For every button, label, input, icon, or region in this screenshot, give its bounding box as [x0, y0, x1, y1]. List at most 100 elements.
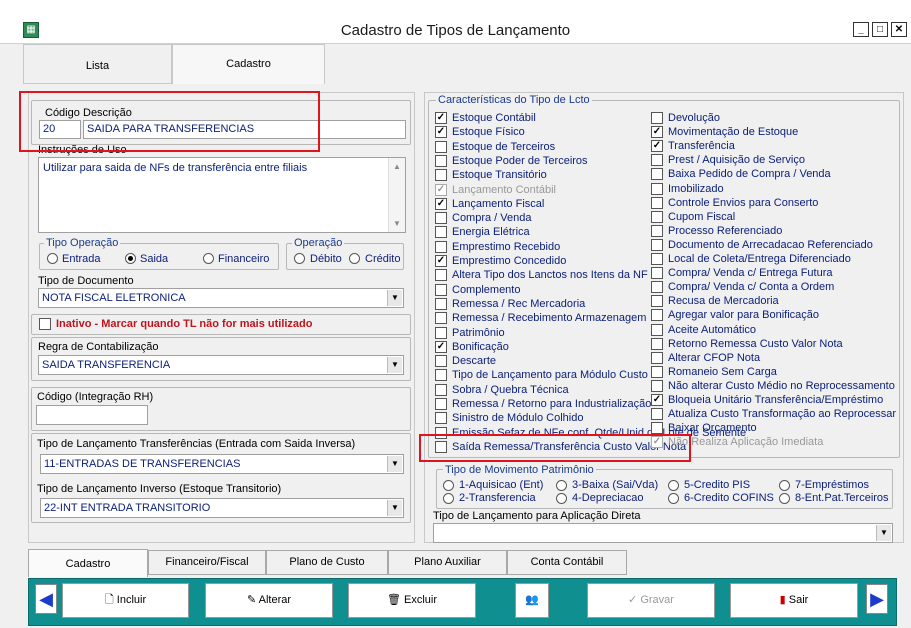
right-item-checkbox[interactable]	[651, 365, 663, 378]
left-item-checkbox[interactable]	[435, 226, 447, 239]
right-item-checkbox[interactable]	[651, 323, 663, 336]
left-item-checkbox[interactable]: ✓	[435, 197, 447, 210]
instrucoes-textarea[interactable]: Utilizar para saida de NFs de transferên…	[38, 157, 406, 233]
chevron-down-icon[interactable]: ▼	[387, 500, 402, 516]
right-item-checkbox[interactable]	[651, 295, 663, 308]
gravar-button[interactable]: ✓ Gravar	[587, 583, 715, 618]
left-item-checkbox[interactable]	[435, 412, 447, 425]
right-item-checkbox[interactable]	[651, 408, 663, 421]
right-item-checkbox[interactable]	[651, 154, 663, 167]
prev-arrow-icon[interactable]: ◀	[35, 584, 57, 614]
right-item-checkbox[interactable]	[651, 337, 663, 350]
tab-lista[interactable]: Lista	[23, 44, 172, 84]
right-item-checkbox[interactable]: ✓	[651, 126, 663, 139]
regra-select[interactable]: SAIDA TRANSFERENCIA ▼	[38, 355, 404, 375]
excluir-button[interactable]: 🗑 Excluir	[348, 583, 476, 618]
maximize-icon[interactable]: □	[872, 22, 888, 37]
right-item-checkbox[interactable]: ✓	[651, 394, 663, 406]
scroll-up-icon[interactable]: ▲	[389, 162, 405, 171]
right-item-label: Baixa Pedido de Compra / Venda	[668, 168, 831, 181]
radio-financeiro[interactable]	[203, 253, 214, 264]
chevron-down-icon[interactable]: ▼	[387, 290, 402, 306]
aplicacao-select[interactable]: ▼	[433, 523, 893, 543]
tab-plano-auxiliar[interactable]: Plano Auxiliar	[388, 550, 507, 575]
left-item-checkbox[interactable]	[435, 312, 447, 325]
next-arrow-icon[interactable]: ▶	[866, 584, 888, 614]
codigo-rh-field[interactable]	[36, 405, 148, 425]
movimento-radio[interactable]	[556, 480, 567, 491]
tab-cadastro[interactable]: Cadastro	[172, 44, 325, 84]
right-item-label: Transferência	[668, 140, 735, 153]
tab-cadastro-bottom[interactable]: Cadastro	[28, 549, 148, 577]
alterar-button[interactable]: ✎ Alterar	[205, 583, 333, 618]
radio-debito[interactable]	[294, 253, 305, 264]
left-item-checkbox[interactable]: ✓	[435, 255, 447, 267]
left-item-checkbox[interactable]: ✓	[435, 340, 447, 353]
left-item-checkbox[interactable]	[435, 269, 447, 282]
left-item-checkbox[interactable]: ✓	[435, 183, 447, 196]
close-icon[interactable]: ✕	[891, 22, 907, 37]
left-item-checkbox[interactable]	[435, 212, 447, 225]
left-item-checkbox[interactable]	[435, 383, 447, 396]
right-item-checkbox[interactable]	[651, 182, 663, 195]
right-item-checkbox[interactable]	[651, 267, 663, 280]
right-item-checkbox[interactable]	[651, 253, 663, 265]
movimento-radio[interactable]	[443, 493, 454, 504]
chevron-down-icon[interactable]: ▼	[387, 357, 402, 373]
right-item-checkbox[interactable]	[651, 351, 663, 364]
right-item-checkbox[interactable]	[651, 281, 663, 294]
movimento-radio[interactable]	[668, 480, 679, 491]
left-item-checkbox[interactable]	[435, 283, 447, 296]
tab-conta-contabil[interactable]: Conta Contábil	[507, 550, 627, 575]
right-item-checkbox[interactable]	[651, 238, 663, 251]
tab-plano-custo-label: Plano de Custo	[289, 556, 365, 568]
movimento-radio[interactable]	[443, 480, 454, 491]
movimento-radio[interactable]	[779, 480, 790, 491]
tl-inverso-select[interactable]: 22-INT ENTRADA TRANSITORIO ▼	[40, 498, 404, 518]
right-item-checkbox[interactable]	[651, 168, 663, 181]
right-item-label: Devolução	[668, 112, 720, 124]
left-item-checkbox[interactable]	[435, 240, 447, 253]
left-item-checkbox[interactable]	[435, 398, 447, 410]
tab-financeiro-fiscal[interactable]: Financeiro/Fiscal	[148, 550, 266, 575]
users-button[interactable]: 👥	[515, 583, 549, 618]
left-item-checkbox[interactable]	[435, 154, 447, 167]
chevron-down-icon[interactable]: ▼	[876, 525, 891, 541]
left-item-checkbox[interactable]	[435, 369, 447, 382]
right-item-checkbox[interactable]	[651, 112, 663, 124]
window-title: Cadastro de Tipos de Lançamento	[340, 22, 571, 39]
tl-transf-select[interactable]: 11-ENTRADAS DE TRANSFERENCIAS ▼	[40, 454, 404, 474]
movimento-radio[interactable]	[556, 493, 567, 504]
left-item-label: Estoque Transitório	[452, 169, 547, 182]
left-item-checkbox[interactable]: ✓	[435, 126, 447, 139]
scroll-down-icon[interactable]: ▼	[389, 219, 405, 228]
left-item-checkbox[interactable]: ✓	[435, 112, 447, 124]
radio-saida[interactable]	[125, 253, 136, 264]
minimize-icon[interactable]: _	[853, 22, 869, 37]
left-item-checkbox[interactable]	[435, 169, 447, 182]
right-item-checkbox[interactable]	[651, 422, 663, 435]
right-item-checkbox[interactable]	[651, 309, 663, 322]
right-item-label: Imobilizado	[668, 182, 724, 195]
right-item-checkbox[interactable]	[651, 210, 663, 223]
tab-lista-label: Lista	[85, 60, 110, 72]
instrucoes-scrollbar[interactable]: ▲ ▼	[388, 158, 405, 232]
radio-credito[interactable]	[349, 253, 360, 264]
right-item-checkbox[interactable]: ✓	[651, 140, 663, 153]
radio-entrada[interactable]	[47, 253, 58, 264]
left-item-checkbox[interactable]	[435, 297, 447, 310]
incluir-button[interactable]: 🗋 Incluir	[62, 583, 189, 618]
left-item-checkbox[interactable]	[435, 355, 447, 368]
inativo-checkbox[interactable]	[39, 318, 51, 330]
movimento-radio[interactable]	[779, 493, 790, 504]
movimento-radio[interactable]	[668, 493, 679, 504]
right-item-checkbox[interactable]	[651, 196, 663, 209]
tab-plano-custo[interactable]: Plano de Custo	[266, 550, 388, 575]
right-item-checkbox[interactable]	[651, 224, 663, 237]
sair-button[interactable]: ▮ Sair	[730, 583, 858, 618]
left-item-checkbox[interactable]	[435, 140, 447, 153]
right-item-checkbox[interactable]	[651, 379, 663, 392]
chevron-down-icon[interactable]: ▼	[387, 456, 402, 472]
left-item-checkbox[interactable]	[435, 326, 447, 339]
tipo-documento-select[interactable]: NOTA FISCAL ELETRONICA ▼	[38, 288, 404, 308]
